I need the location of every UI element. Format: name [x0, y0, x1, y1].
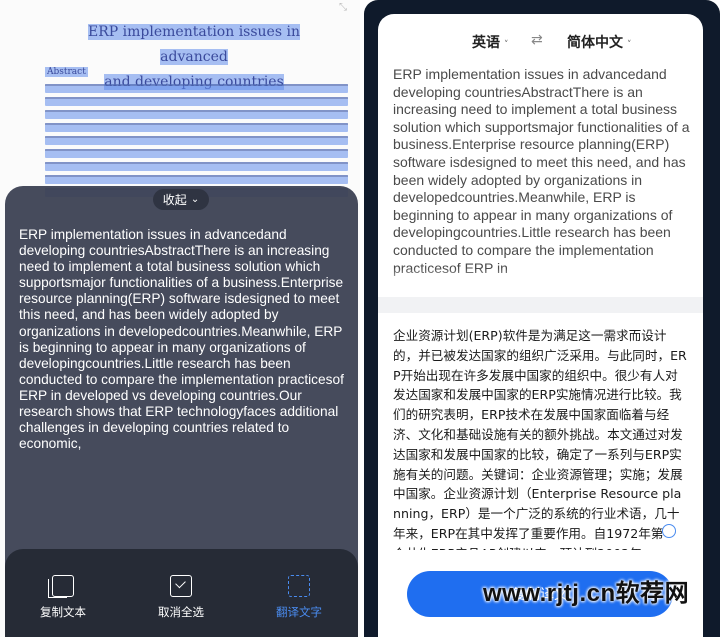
translated-text[interactable]: 企业资源计划(ERP)软件是为满足这一需求而设计的，并已被发达国家的组织广泛采用… [393, 326, 688, 550]
copy-text-label: 复制文本 [40, 605, 86, 619]
abstract-heading: Abstract [45, 67, 88, 77]
deselect-all-button[interactable]: 取消全选 [136, 575, 226, 620]
section-separator [378, 297, 703, 313]
watermark: www.rjtj.cn软荐网 [483, 580, 690, 607]
target-language-label: 简体中文 [567, 35, 623, 51]
text-line [45, 84, 348, 93]
translate-icon [288, 575, 310, 597]
source-text[interactable]: ERP implementation issues in advancedand… [393, 66, 693, 287]
chevron-down-icon: ⌄ [190, 194, 200, 205]
text-line [45, 97, 348, 106]
chevron-down-icon: ˅ [627, 40, 632, 50]
chevron-down-icon: ˅ [504, 40, 509, 50]
highlighted-text-lines[interactable] [45, 80, 348, 201]
checkbox-icon [170, 575, 192, 597]
recognized-text[interactable]: ERP implementation issues in advancedand… [19, 227, 349, 452]
text-line [45, 162, 348, 171]
copy-icon [48, 575, 74, 598]
translate-text-button[interactable]: 翻译文字 [254, 575, 344, 620]
source-language-selector[interactable]: 英语 ˅ [472, 32, 509, 52]
text-line [45, 149, 348, 158]
text-line [45, 136, 348, 145]
copy-text-button[interactable]: 复制文本 [18, 575, 108, 620]
source-language-label: 英语 [472, 35, 500, 51]
scroll-handle[interactable] [662, 524, 676, 538]
text-line [45, 123, 348, 132]
deselect-all-label: 取消全选 [158, 605, 204, 619]
source-text-fade [393, 268, 693, 288]
swap-languages-icon[interactable]: ⇄ [531, 32, 543, 48]
translate-text-label: 翻译文字 [276, 605, 322, 619]
collapse-button[interactable]: 收起 ⌄ [153, 189, 209, 210]
collapse-label: 收起 [162, 193, 187, 207]
text-line [45, 175, 348, 184]
text-line [45, 110, 348, 119]
title-line-1: ERP implementation issues in advanced [88, 24, 300, 65]
ocr-panel: ⤡ ERP implementation issues in advanced … [0, 0, 360, 637]
expand-icon[interactable]: ⤡ [339, 2, 347, 13]
target-language-selector[interactable]: 简体中文 ˅ [567, 32, 632, 52]
